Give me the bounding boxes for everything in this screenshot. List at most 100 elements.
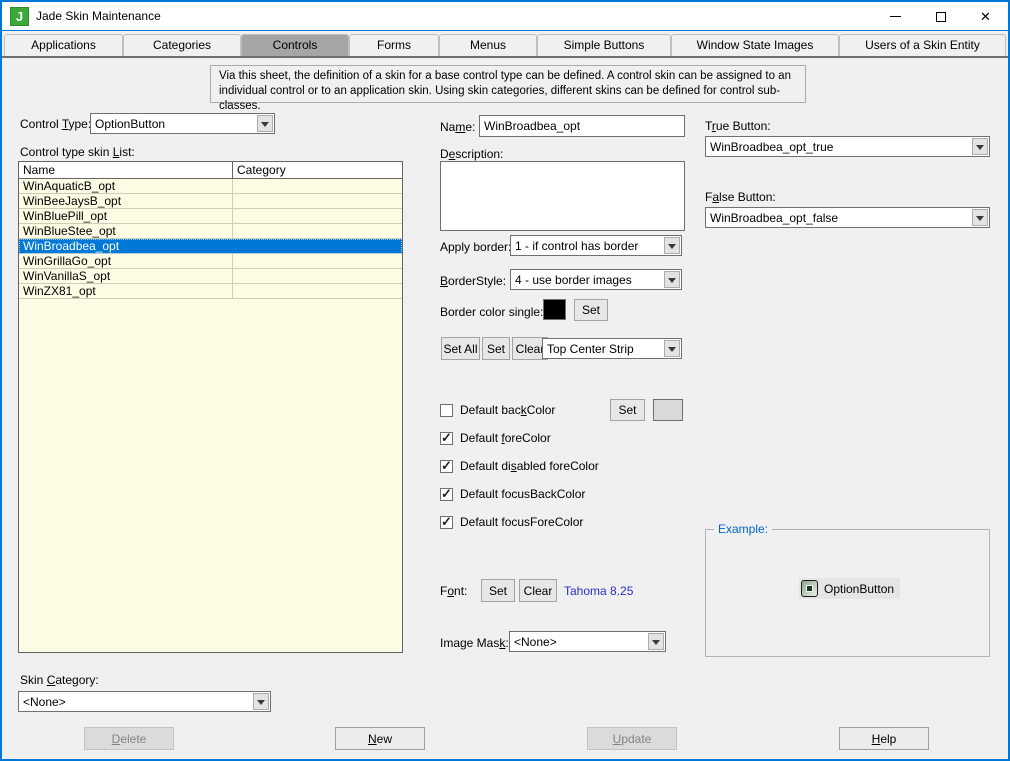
- tab-forms[interactable]: Forms: [349, 34, 439, 56]
- skin-list-label: Control type skin List:: [20, 145, 135, 159]
- minimize-icon: [890, 16, 901, 17]
- chevron-down-icon[interactable]: [253, 693, 269, 710]
- backcolor-set-button[interactable]: Set: [610, 399, 645, 421]
- example-option-button[interactable]: OptionButton: [799, 578, 901, 599]
- false-button-label: False Button:: [705, 190, 776, 204]
- checkbox-label: Default backColor: [460, 403, 556, 417]
- default-disabled-forecolor-checkbox[interactable]: ✓ Default disabled foreColor: [440, 457, 599, 473]
- font-value: Tahoma 8.25: [564, 584, 634, 598]
- tab-strip: Applications Categories Controls Forms M…: [4, 34, 1006, 56]
- image-mask-value: <None>: [514, 634, 557, 649]
- checkbox-label: Default focusBackColor: [460, 487, 586, 501]
- control-type-skin-list: Name Category WinAquaticB_opt WinBeeJays…: [18, 161, 403, 653]
- chevron-down-icon[interactable]: [664, 340, 680, 357]
- apply-border-label: Apply border:: [440, 240, 512, 254]
- column-header-category[interactable]: Category: [233, 162, 402, 178]
- chevron-down-icon[interactable]: [972, 138, 988, 155]
- default-focusforecolor-checkbox[interactable]: ✓ Default focusForeColor: [440, 513, 584, 529]
- window-title: Jade Skin Maintenance: [36, 9, 161, 23]
- border-color-single-label: Border color single:: [440, 305, 544, 319]
- tab-menus[interactable]: Menus: [439, 34, 537, 56]
- tab-divider: [2, 56, 1008, 58]
- image-mask-label: Image Mask:: [440, 636, 509, 650]
- default-backcolor-checkbox[interactable]: ✓ Default backColor: [440, 403, 555, 417]
- name-label: Name:: [440, 120, 476, 134]
- chevron-down-icon[interactable]: [257, 115, 273, 132]
- list-item[interactable]: WinVanillaS_opt: [19, 269, 402, 284]
- true-button-value: WinBroadbea_opt_true: [710, 139, 834, 154]
- tab-users-of-a-skin-entity[interactable]: Users of a Skin Entity: [839, 34, 1006, 56]
- list-item[interactable]: WinBlueStee_opt: [19, 224, 402, 239]
- checkbox-icon: ✓: [440, 403, 453, 417]
- chevron-down-icon[interactable]: [972, 209, 988, 226]
- delete-button[interactable]: Delete: [84, 727, 174, 750]
- tab-categories[interactable]: Categories: [123, 34, 241, 56]
- image-mask-dropdown[interactable]: <None>: [509, 631, 666, 652]
- font-set-button[interactable]: Set: [481, 579, 515, 602]
- default-forecolor-checkbox[interactable]: ✓ Default foreColor: [440, 429, 551, 445]
- chevron-down-icon[interactable]: [664, 271, 680, 288]
- list-item[interactable]: WinZX81_opt: [19, 284, 402, 299]
- example-groupbox: Example: OptionButton: [705, 522, 990, 657]
- checkbox-label: Default disabled foreColor: [460, 459, 599, 473]
- update-button[interactable]: Update: [587, 727, 677, 750]
- title-bar: J Jade Skin Maintenance ✕: [2, 2, 1008, 31]
- border-style-value: 4 - use border images: [515, 272, 632, 287]
- border-style-dropdown[interactable]: 4 - use border images: [510, 269, 682, 290]
- false-button-dropdown[interactable]: WinBroadbea_opt_false: [705, 207, 990, 228]
- skin-category-dropdown[interactable]: <None>: [18, 691, 271, 712]
- option-button-icon: [801, 580, 818, 597]
- apply-border-dropdown[interactable]: 1 - if control has border: [510, 235, 682, 256]
- true-button-dropdown[interactable]: WinBroadbea_opt_true: [705, 136, 990, 157]
- sheet-description-panel: Via this sheet, the definition of a skin…: [210, 65, 806, 112]
- list-item[interactable]: WinGrillaGo_opt: [19, 254, 402, 269]
- chevron-down-icon[interactable]: [664, 237, 680, 254]
- skin-category-label: Skin Category:: [20, 673, 99, 687]
- description-textarea[interactable]: [440, 161, 685, 231]
- new-button[interactable]: New: [335, 727, 425, 750]
- app-icon: J: [10, 7, 29, 26]
- close-icon: ✕: [980, 9, 991, 24]
- maximize-button[interactable]: [918, 2, 963, 31]
- checkbox-icon: ✓: [440, 429, 453, 445]
- border-color-set-button[interactable]: Set: [574, 299, 608, 321]
- border-part-dropdown[interactable]: Top Center Strip: [542, 338, 682, 359]
- example-label: Example:: [714, 522, 773, 536]
- chevron-down-icon[interactable]: [648, 633, 664, 650]
- list-item[interactable]: WinAquaticB_opt: [19, 179, 402, 194]
- list-item[interactable]: WinBeeJaysB_opt: [19, 194, 402, 209]
- true-button-label: True Button:: [705, 119, 771, 133]
- checkbox-label: Default focusForeColor: [460, 515, 584, 529]
- backcolor-swatch: [653, 399, 683, 421]
- tab-simple-buttons[interactable]: Simple Buttons: [537, 34, 671, 56]
- border-part-value: Top Center Strip: [547, 341, 634, 356]
- close-button[interactable]: ✕: [963, 2, 1008, 31]
- minimize-button[interactable]: [873, 2, 918, 31]
- help-button[interactable]: Help: [839, 727, 929, 750]
- font-label: Font:: [440, 584, 468, 598]
- jade-skin-maintenance-window: J Jade Skin Maintenance ✕ Applications C…: [0, 0, 1010, 761]
- checkbox-icon: ✓: [440, 485, 453, 501]
- tab-window-state-images[interactable]: Window State Images: [671, 34, 839, 56]
- default-focusbackcolor-checkbox[interactable]: ✓ Default focusBackColor: [440, 485, 586, 501]
- sheet-description-line1: Via this sheet, the definition of a skin…: [219, 70, 791, 82]
- set-button[interactable]: Set: [482, 337, 510, 360]
- list-item[interactable]: WinBluePill_opt: [19, 209, 402, 224]
- border-color-swatch: [543, 299, 566, 320]
- name-input[interactable]: [479, 115, 685, 137]
- list-item-selected[interactable]: WinBroadbea_opt: [19, 239, 402, 254]
- skin-category-value: <None>: [23, 694, 66, 709]
- font-clear-button[interactable]: Clear: [519, 579, 557, 602]
- control-type-dropdown[interactable]: OptionButton: [90, 113, 275, 134]
- tab-applications[interactable]: Applications: [4, 34, 123, 56]
- checkbox-icon: ✓: [440, 457, 453, 473]
- column-header-name[interactable]: Name: [19, 162, 233, 178]
- example-option-label: OptionButton: [824, 581, 895, 596]
- tab-controls[interactable]: Controls: [241, 34, 349, 56]
- sheet-description-line2: individual control or to an application …: [219, 85, 781, 112]
- control-type-value: OptionButton: [95, 116, 166, 131]
- set-all-button[interactable]: Set All: [441, 337, 480, 360]
- checkbox-icon: ✓: [440, 513, 453, 529]
- description-label: Description:: [440, 147, 504, 161]
- false-button-value: WinBroadbea_opt_false: [710, 210, 839, 225]
